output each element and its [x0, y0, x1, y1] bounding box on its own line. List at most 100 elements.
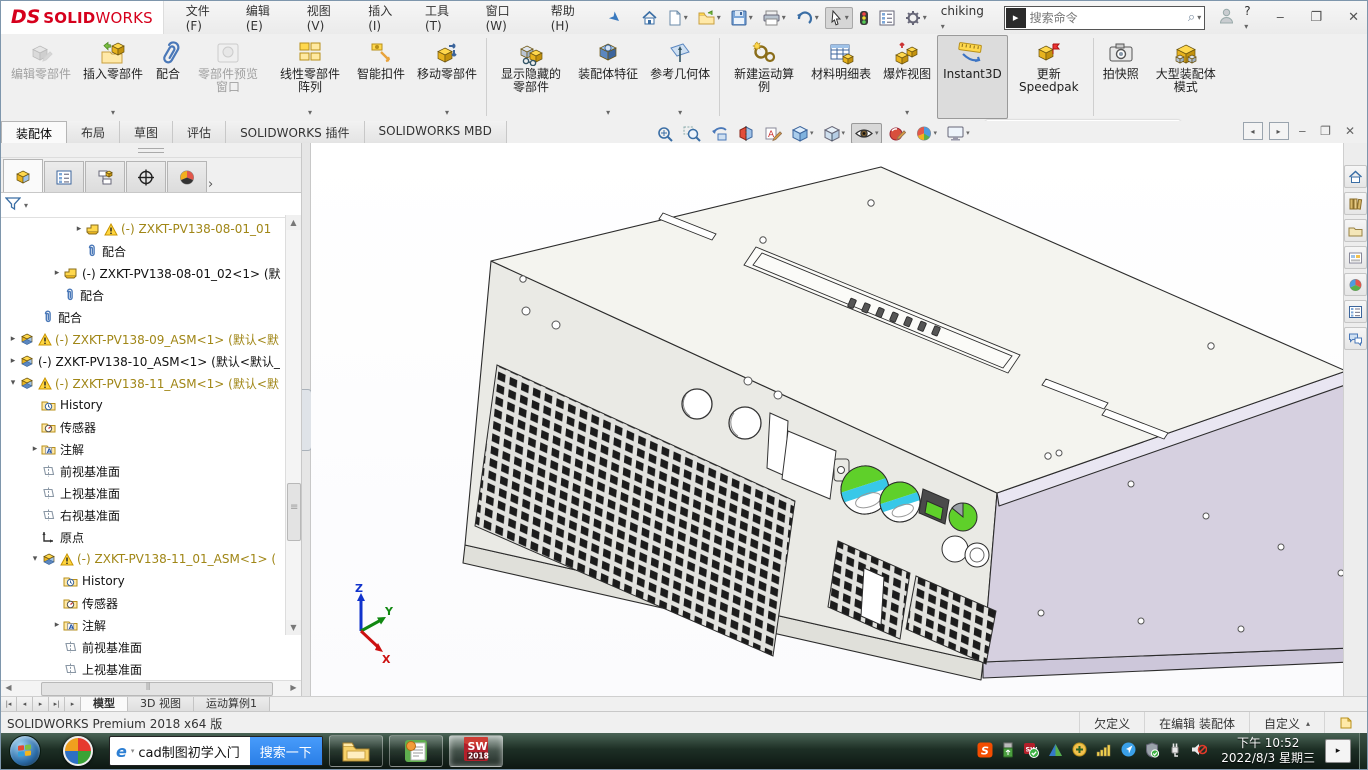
scroll-right-arrow[interactable]: ▶: [286, 681, 301, 695]
ribbon-smart-fastener-button[interactable]: 智能扣件: [351, 35, 411, 119]
scroll-up-arrow[interactable]: ▲: [286, 215, 301, 230]
motion-nav-button-0[interactable]: |◂: [1, 697, 17, 712]
configuration-tab[interactable]: [85, 161, 125, 192]
tree-row[interactable]: 配合: [1, 240, 301, 262]
tree-expander[interactable]: ▾: [29, 554, 41, 564]
tree-row[interactable]: 右视基准面: [1, 504, 301, 526]
tree-row[interactable]: 前视基准面: [1, 636, 301, 658]
tree-expander[interactable]: ▸: [73, 224, 85, 234]
minimize-button[interactable]: ‒: [1268, 8, 1292, 27]
tray-drive-triangle-icon[interactable]: [1048, 743, 1063, 760]
previous-view-button[interactable]: [707, 123, 731, 144]
property-manager-tab[interactable]: [44, 161, 84, 192]
open-folder-button[interactable]: ▾: [694, 7, 725, 29]
dropdown-caret[interactable]: ▾: [782, 13, 786, 22]
scroll-left-arrow[interactable]: ◀: [1, 681, 16, 695]
dropdown-caret[interactable]: ▾: [717, 13, 721, 22]
tray-plus-coin-icon[interactable]: [1072, 742, 1087, 760]
dropdown-caret[interactable]: ▾: [606, 108, 610, 117]
ribbon-move-component-button[interactable]: 移动零部件 ▾: [411, 35, 483, 119]
tree-row[interactable]: 配合: [1, 284, 301, 306]
tree-expander[interactable]: ▸: [7, 334, 19, 344]
taskpane-forum-button[interactable]: [1344, 327, 1367, 350]
ribbon-assembly-feature-button[interactable]: 装配体特征 ▾: [572, 35, 644, 119]
tree-row[interactable]: 原点: [1, 526, 301, 548]
taskpane-view-palette-button[interactable]: [1344, 246, 1367, 269]
dropdown-caret[interactable]: ▾: [810, 129, 814, 137]
doc-minimize-button[interactable]: ‒: [1295, 124, 1311, 138]
tab-布局[interactable]: 布局: [67, 121, 121, 143]
tree-row[interactable]: ▸ (-) ZXKT-PV138-09_ASM<1> (默认<默: [1, 328, 301, 350]
tray-usb-shield-icon[interactable]: [1145, 741, 1160, 761]
tray-power-plug-icon[interactable]: [1168, 742, 1182, 761]
doc-tab-模型[interactable]: 模型: [81, 697, 128, 712]
panel-flyout-arrow[interactable]: ›: [208, 177, 221, 192]
tree-filter-bar[interactable]: ▾: [1, 193, 301, 218]
tree-expander[interactable]: ▸: [7, 356, 19, 366]
tree-row[interactable]: ▸ A 注解: [1, 614, 301, 636]
cad-model[interactable]: Z Y X: [311, 143, 1343, 696]
scroll-thumb[interactable]: [287, 483, 301, 541]
dropdown-caret[interactable]: ▾: [749, 13, 753, 22]
dynamic-annotation-button[interactable]: A: [761, 123, 785, 144]
customize-caret[interactable]: ▴: [1306, 719, 1310, 728]
tree-row[interactable]: History: [1, 394, 301, 416]
zoom-fit-button[interactable]: [653, 123, 677, 144]
tree-row[interactable]: 传感器: [1, 416, 301, 438]
user-account-button[interactable]: chiking ▾: [941, 4, 992, 32]
apply-scene-ball-button[interactable]: ▾: [912, 123, 941, 144]
browser-pinwheel-icon[interactable]: [63, 736, 93, 766]
ribbon-insert-component-button[interactable]: 插入零部件 ▾: [77, 35, 149, 119]
panel-splitter[interactable]: [302, 143, 312, 696]
dropdown-caret[interactable]: ▾: [934, 129, 938, 137]
taskbar-clock[interactable]: 下午 10:52 2022/8/3 星期三: [1221, 736, 1315, 766]
dimxpert-tab[interactable]: [126, 161, 166, 192]
section-view-button[interactable]: [734, 123, 758, 144]
tree-row[interactable]: ▸ (-) ZXKT-PV138-08-01_01: [1, 218, 301, 240]
dropdown-caret[interactable]: ▾: [875, 129, 879, 137]
panel-top-grip[interactable]: [1, 143, 301, 158]
taskbar-search-widget[interactable]: e ▾ cad制图初学入门 搜索一下: [109, 736, 323, 766]
rebuild-traffic-light-button[interactable]: [855, 7, 873, 29]
taskpane-appearances-scenes-button[interactable]: [1344, 273, 1367, 296]
taskbar-search-button[interactable]: 搜索一下: [249, 737, 322, 765]
pin-icon[interactable]: ➤: [605, 8, 624, 28]
tab-评估[interactable]: 评估: [173, 121, 227, 143]
help-button[interactable]: ? ▾: [1244, 4, 1258, 32]
tree-row[interactable]: ▸ (-) ZXKT-PV138-08-01_02<1> (默: [1, 262, 301, 284]
ribbon-large-assembly-button[interactable]: 大型装配体模式: [1145, 35, 1227, 119]
taskbar-app-folder-explorer[interactable]: [328, 735, 383, 767]
graphics-viewport[interactable]: Z Y X: [311, 143, 1343, 696]
tray-sogou-s-icon[interactable]: S: [977, 742, 993, 761]
dropdown-caret[interactable]: ▾: [815, 13, 819, 22]
doc-tab-运动算例1[interactable]: 运动算例1: [193, 697, 270, 712]
start-button[interactable]: [9, 735, 41, 767]
taskpane-custom-properties-button[interactable]: [1344, 300, 1367, 323]
options-gear-button[interactable]: ▾: [901, 7, 931, 29]
tree-horizontal-scrollbar[interactable]: ◀ ▶: [1, 680, 301, 696]
tree-vertical-scrollbar[interactable]: ▲ ▼: [285, 215, 301, 635]
tree-row[interactable]: 上视基准面: [1, 658, 301, 680]
assembly-tree-tab[interactable]: [3, 159, 43, 192]
select-cursor-button[interactable]: ▾: [824, 6, 853, 29]
save-button[interactable]: ▾: [727, 7, 757, 29]
view-orientation-cube-button[interactable]: ▾: [788, 123, 817, 144]
motion-nav-button-1[interactable]: ◂: [17, 697, 33, 712]
ribbon-exploded-view-button[interactable]: 爆炸视图 ▾: [877, 35, 937, 119]
person-icon[interactable]: [1219, 8, 1234, 27]
tree-row[interactable]: ▸ (-) ZXKT-PV138-10_ASM<1> (默认<默认_: [1, 350, 301, 372]
show-desktop-button[interactable]: [1359, 733, 1367, 769]
taskpane-file-explorer-button[interactable]: [1344, 219, 1367, 242]
tree-row[interactable]: 前视基准面: [1, 460, 301, 482]
tree-expander[interactable]: ▸: [51, 620, 63, 630]
tree-row[interactable]: 传感器: [1, 592, 301, 614]
tree-expander[interactable]: ▸: [51, 268, 63, 278]
scroll-down-arrow[interactable]: ▼: [286, 620, 301, 635]
ribbon-bom-table-button[interactable]: 材料明细表: [805, 35, 877, 119]
view-settings-monitor-button[interactable]: ▾: [943, 123, 973, 144]
dropdown-caret[interactable]: ▾: [905, 108, 909, 117]
motion-nav-button-2[interactable]: ▸: [33, 697, 49, 712]
motion-nav-button-3[interactable]: ▸|: [49, 697, 65, 712]
zoom-area-button[interactable]: [680, 123, 704, 144]
filter-funnel-icon[interactable]: [4, 196, 22, 214]
